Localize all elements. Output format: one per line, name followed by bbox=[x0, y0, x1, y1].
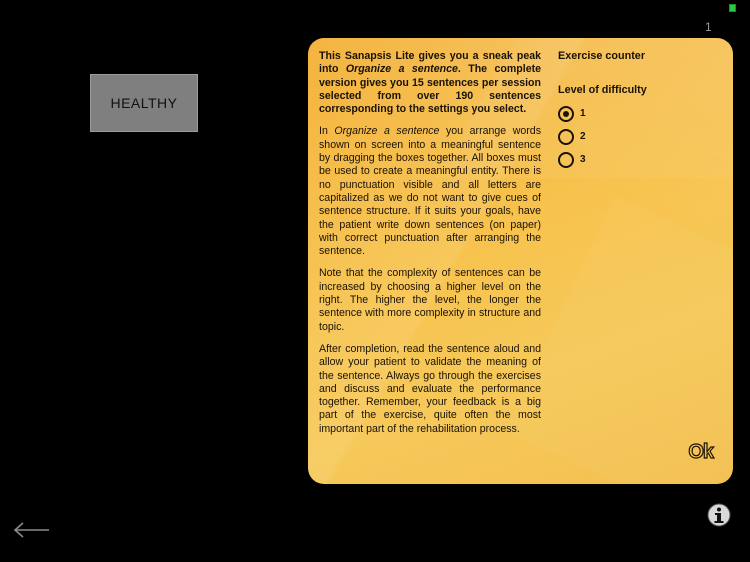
exercise-counter-number: 1 bbox=[705, 20, 712, 34]
difficulty-radio-group: 1 2 3 bbox=[558, 102, 718, 171]
description-paragraph-4: After completion, read the sentence alou… bbox=[319, 342, 541, 435]
difficulty-option-label: 3 bbox=[580, 154, 586, 165]
description-paragraph-3: Note that the complexity of sentences ca… bbox=[319, 267, 541, 333]
instructions-panel: This Sanapsis Lite gives you a sneak pea… bbox=[308, 38, 733, 484]
difficulty-option-3[interactable]: 3 bbox=[558, 148, 718, 171]
difficulty-option-label: 1 bbox=[580, 108, 586, 119]
radio-checked-icon[interactable] bbox=[558, 105, 574, 122]
description-text: This Sanapsis Lite gives you a sneak pea… bbox=[319, 50, 541, 445]
description-paragraph-1: This Sanapsis Lite gives you a sneak pea… bbox=[319, 50, 541, 116]
description-paragraph-2: In Organize a sentence you arrange words… bbox=[319, 125, 541, 258]
radio-unchecked-icon[interactable] bbox=[558, 128, 574, 145]
word-card[interactable]: HEALTHY bbox=[90, 74, 198, 132]
radio-unchecked-icon[interactable] bbox=[558, 151, 574, 168]
back-arrow-icon[interactable] bbox=[12, 520, 52, 540]
difficulty-option-2[interactable]: 2 bbox=[558, 125, 718, 148]
difficulty-label: Level of difficulty bbox=[558, 84, 647, 96]
difficulty-option-label: 2 bbox=[580, 131, 586, 142]
word-card-label: HEALTHY bbox=[110, 95, 178, 111]
settings-column: Exercise counter Level of difficulty 1 2… bbox=[558, 50, 718, 171]
ok-button[interactable]: Ok bbox=[688, 440, 715, 464]
difficulty-option-1[interactable]: 1 bbox=[558, 102, 718, 125]
info-icon[interactable] bbox=[707, 503, 731, 527]
exercise-counter-label: Exercise counter bbox=[558, 50, 646, 62]
battery-icon bbox=[729, 4, 736, 12]
